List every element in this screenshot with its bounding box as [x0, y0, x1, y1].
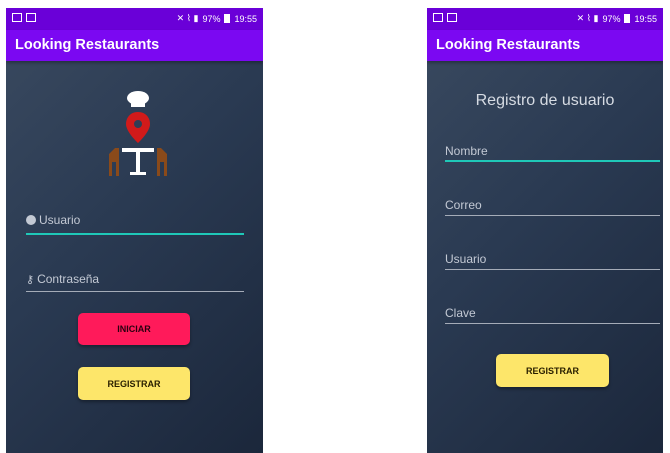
clave-underline — [445, 323, 660, 324]
clock: 19:55 — [634, 13, 657, 24]
username-field[interactable]: Usuario — [26, 213, 244, 235]
signal-icon: ✕ ⌇ ▮ — [576, 13, 599, 23]
name-placeholder: Nombre — [445, 144, 488, 158]
status-bar: ✕ ⌇ ▮ 97% 19:55 — [6, 8, 263, 30]
password-underline — [26, 291, 244, 292]
login-screen: ✕ ⌇ ▮ 97% 19:55 Looking Restaurants Usua… — [6, 8, 263, 453]
register-submit-button[interactable]: REGISTRAR — [496, 354, 609, 387]
email-placeholder: Correo — [445, 198, 482, 212]
restaurant-logo-icon — [109, 91, 167, 176]
notification-icon — [12, 13, 22, 22]
notification-icon — [26, 13, 36, 22]
user-underline — [445, 269, 660, 270]
password-field[interactable]: ⚷ Contraseña — [26, 272, 244, 292]
username-placeholder: Usuario — [39, 213, 81, 227]
register-title: Registro de usuario — [475, 92, 615, 109]
clave-placeholder: Clave — [445, 306, 476, 320]
register-button[interactable]: REGISTRAR — [78, 367, 190, 400]
name-underline — [445, 160, 660, 162]
user-field[interactable]: Usuario — [445, 252, 660, 270]
username-underline — [26, 233, 244, 235]
app-bar-title: Looking Restaurants — [427, 30, 663, 61]
battery-percent: 97% — [602, 13, 621, 24]
notification-icon — [433, 13, 443, 22]
battery-percent: 97% — [202, 13, 221, 24]
battery-icon — [624, 14, 631, 23]
clave-field[interactable]: Clave — [445, 306, 660, 324]
user-placeholder: Usuario — [445, 252, 487, 266]
battery-icon — [224, 14, 231, 23]
login-button[interactable]: INICIAR — [78, 313, 190, 345]
notification-icon — [447, 13, 457, 22]
key-icon: ⚷ — [26, 273, 35, 286]
signal-icon: ✕ ⌇ ▮ — [176, 13, 199, 23]
clock: 19:55 — [234, 13, 257, 24]
password-placeholder: Contraseña — [37, 272, 100, 286]
email-field[interactable]: Correo — [445, 198, 660, 216]
register-screen: ✕ ⌇ ▮ 97% 19:55 Looking Restaurants Regi… — [427, 8, 663, 453]
user-icon — [26, 215, 36, 225]
app-bar-title: Looking Restaurants — [6, 30, 263, 61]
status-bar: ✕ ⌇ ▮ 97% 19:55 — [427, 8, 663, 30]
name-field[interactable]: Nombre — [445, 144, 660, 162]
email-underline — [445, 215, 660, 216]
